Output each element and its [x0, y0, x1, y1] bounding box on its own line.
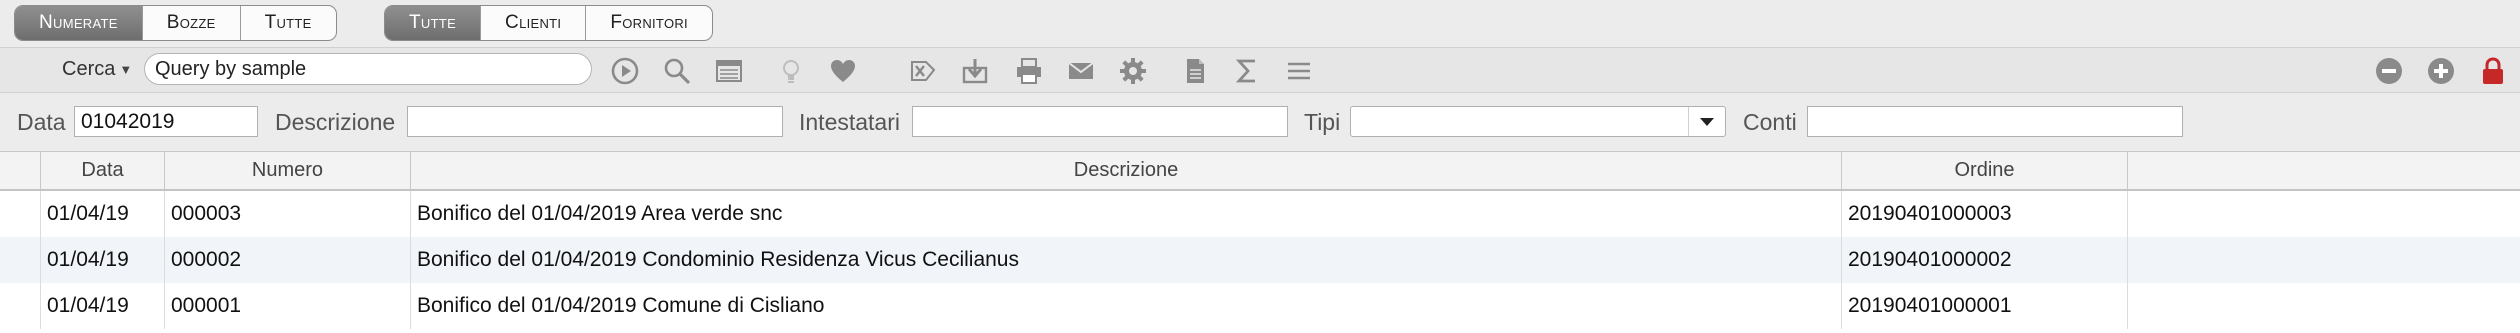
excel-icon[interactable] — [906, 54, 940, 88]
doc-state-segmented-control: Numerate Bozze Tutte — [14, 5, 337, 41]
lightbulb-icon[interactable] — [774, 54, 808, 88]
toolbar: Cerca ▼ — [0, 48, 2520, 93]
tipi-filter-label: Tipi — [1304, 109, 1341, 135]
cell-data: 01/04/19 — [41, 191, 165, 237]
chevron-down-icon: ▼ — [119, 62, 133, 77]
column-header-ordine[interactable]: Ordine — [1842, 152, 2128, 189]
play-icon[interactable] — [608, 54, 642, 88]
cell-ordine: 20190401000001 — [1842, 283, 2128, 329]
heart-icon[interactable] — [826, 54, 860, 88]
lock-icon[interactable] — [2476, 54, 2510, 88]
search-input[interactable] — [144, 53, 592, 85]
descrizione-filter-field[interactable] — [407, 106, 783, 137]
cell-data: 01/04/19 — [41, 283, 165, 329]
cell-numero: 000001 — [165, 283, 411, 329]
cell-descrizione: Bonifico del 01/04/2019 Area verde snc — [411, 191, 1842, 237]
document-icon[interactable] — [1178, 54, 1212, 88]
tab-tutte-parties[interactable]: Tutte — [385, 6, 482, 40]
table-header: Data Numero Descrizione Ordine — [0, 152, 2520, 191]
cell-descrizione: Bonifico del 01/04/2019 Comune di Cislia… — [411, 283, 1842, 329]
cell-ordine: 20190401000002 — [1842, 237, 2128, 283]
tab-tutte-docs[interactable]: Tutte — [241, 6, 336, 40]
tipi-select[interactable] — [1350, 106, 1726, 137]
intestatari-filter-field[interactable] — [912, 106, 1288, 137]
party-type-segmented-control: Tutte Clienti Fornitori — [384, 5, 713, 41]
intestatari-filter-label: Intestatari — [799, 109, 900, 135]
list-view-icon[interactable] — [712, 54, 746, 88]
column-header-numero[interactable]: Numero — [165, 152, 411, 189]
sigma-icon[interactable] — [1230, 54, 1264, 88]
column-header-extra — [2128, 152, 2520, 189]
cell-numero: 000003 — [165, 191, 411, 237]
data-filter-label: Data — [17, 109, 66, 135]
cell-numero: 000002 — [165, 237, 411, 283]
mail-icon[interactable] — [1064, 54, 1098, 88]
documents-table: Data Numero Descrizione Ordine 01/04/19 … — [0, 151, 2520, 333]
column-header-descrizione[interactable]: Descrizione — [411, 152, 1842, 189]
chevron-down-icon — [1688, 107, 1725, 136]
remove-icon[interactable] — [2372, 54, 2406, 88]
filter-row: Data Descrizione Intestatari Tipi Conti — [0, 93, 2520, 150]
tab-bar: Numerate Bozze Tutte Tutte Clienti Forni… — [0, 0, 2520, 48]
gear-icon[interactable] — [1116, 54, 1150, 88]
tab-clienti[interactable]: Clienti — [481, 6, 587, 40]
search-label: Cerca — [62, 58, 116, 80]
row-selector[interactable] — [0, 237, 41, 283]
menu-icon[interactable] — [1282, 54, 1316, 88]
column-header-data[interactable]: Data — [41, 152, 165, 189]
tab-fornitori[interactable]: Fornitori — [586, 6, 712, 40]
descrizione-filter-label: Descrizione — [275, 109, 396, 135]
cell-descrizione: Bonifico del 01/04/2019 Condominio Resid… — [411, 237, 1842, 283]
cell-ordine: 20190401000003 — [1842, 191, 2128, 237]
row-selector[interactable] — [0, 191, 41, 237]
row-selector[interactable] — [0, 283, 41, 329]
tab-bozze[interactable]: Bozze — [143, 6, 241, 40]
download-icon[interactable] — [958, 54, 992, 88]
table-row[interactable]: 01/04/19 000003 Bonifico del 01/04/2019 … — [0, 191, 2520, 237]
column-header-select[interactable] — [0, 152, 41, 189]
cell-data: 01/04/19 — [41, 237, 165, 283]
table-row[interactable]: 01/04/19 000002 Bonifico del 01/04/2019 … — [0, 237, 2520, 283]
tab-numerate[interactable]: Numerate — [15, 6, 143, 40]
add-icon[interactable] — [2424, 54, 2458, 88]
conti-filter-label: Conti — [1743, 109, 1797, 135]
magnifier-icon[interactable] — [660, 54, 694, 88]
conti-filter-field[interactable] — [1807, 106, 2183, 137]
table-row[interactable]: 01/04/19 000001 Bonifico del 01/04/2019 … — [0, 283, 2520, 329]
print-icon[interactable] — [1012, 54, 1046, 88]
search-scope-menu[interactable]: Cerca ▼ — [62, 58, 132, 81]
data-filter-field[interactable] — [74, 106, 258, 137]
